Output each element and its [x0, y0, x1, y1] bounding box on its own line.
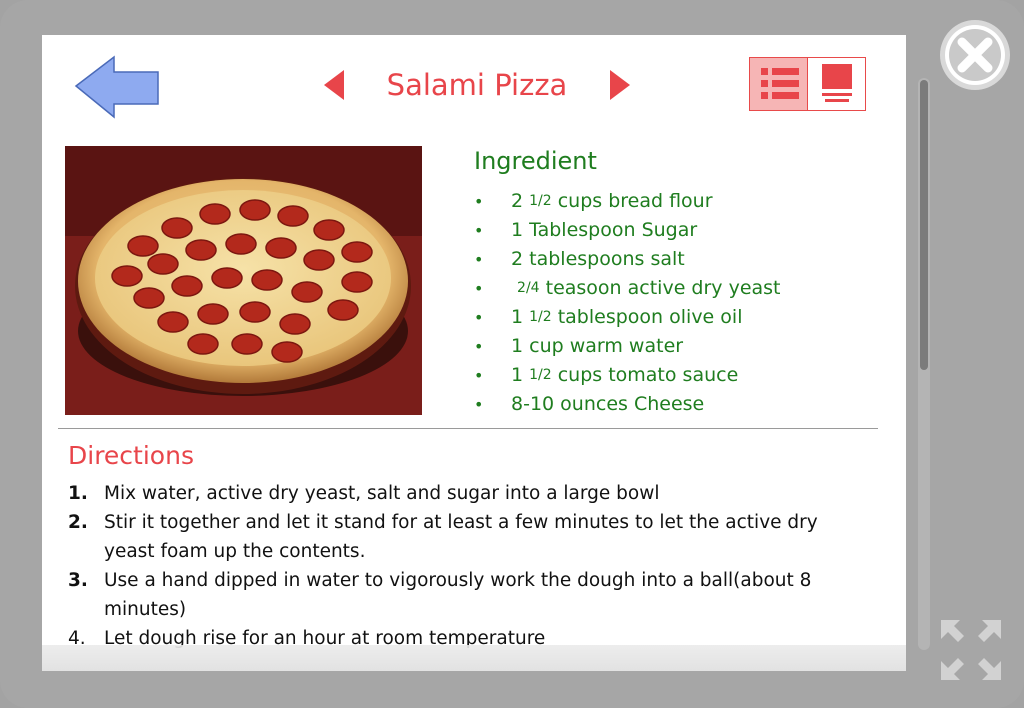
- section-divider: [58, 428, 878, 429]
- page-view-button[interactable]: [808, 58, 865, 110]
- direction-step: 2. Stir it together and let it stand for …: [68, 512, 818, 562]
- next-recipe-button[interactable]: [608, 68, 632, 102]
- direction-step: 1. Mix water, active dry yeast, salt and …: [68, 483, 660, 504]
- list-view-button[interactable]: [750, 58, 808, 110]
- close-icon[interactable]: [938, 18, 1012, 92]
- ingredient-item: • 1 1/2 cups tomato sauce: [474, 364, 739, 386]
- back-arrow-icon[interactable]: [72, 55, 162, 121]
- ingredient-item: • 2 tablespoons salt: [474, 248, 685, 270]
- expand-icon[interactable]: [938, 618, 1004, 682]
- view-toggle: [749, 57, 866, 111]
- ingredient-item: • 1 cup warm water: [474, 335, 684, 357]
- list-view-icon: [761, 68, 799, 99]
- directions-heading: Directions: [68, 441, 194, 470]
- ingredient-item: • 2 1/2 cups bread flour: [474, 190, 713, 212]
- ingredients-list: • 2 1/2 cups bread flour • 1 Tablespoon Su…: [474, 187, 781, 419]
- direction-step: 3. Use a hand dipped in water to vigorous…: [68, 570, 812, 620]
- directions-list: 1. Mix water, active dry yeast, salt and …: [68, 479, 868, 653]
- scrollbar-thumb[interactable]: [920, 80, 928, 370]
- card-bottom-fade: [42, 645, 906, 671]
- previous-recipe-button[interactable]: [322, 68, 346, 102]
- ingredient-item: • 2/4 teasoon active dry yeast: [474, 277, 781, 299]
- recipe-card: Salami Pizza Ingredient • 2 1/2 cups bre…: [42, 35, 906, 671]
- page-view-icon: [822, 64, 852, 102]
- pizza-photo: [65, 146, 422, 415]
- ingredient-item: • 8-10 ounces Cheese: [474, 393, 705, 415]
- recipe-title: Salami Pizza: [386, 68, 568, 102]
- ingredients-heading: Ingredient: [474, 147, 597, 175]
- ingredient-item: • 1 Tablespoon Sugar: [474, 219, 698, 241]
- ingredient-item: • 1 1/2 tablespoon olive oil: [474, 306, 743, 328]
